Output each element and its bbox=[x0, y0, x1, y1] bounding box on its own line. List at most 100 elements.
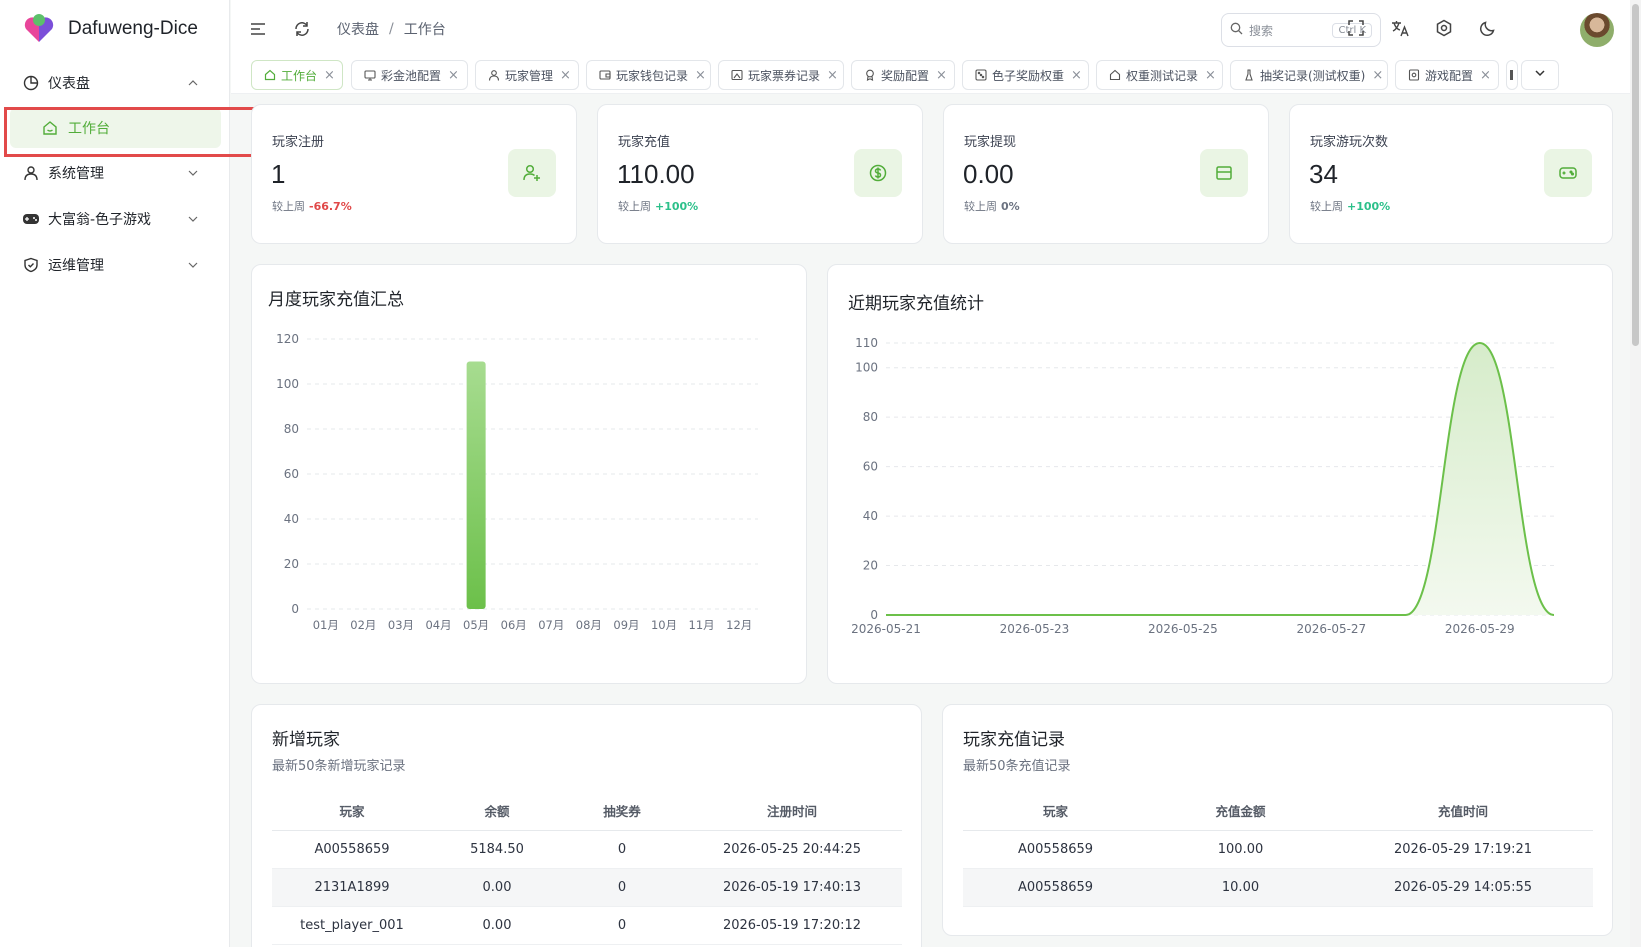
page-scrollbar[interactable] bbox=[1630, 0, 1641, 947]
app-logo[interactable]: Dafuweng-Dice bbox=[0, 0, 229, 58]
x-tick-label: 02月 bbox=[350, 618, 376, 632]
column-header[interactable]: 充值时间 bbox=[1333, 792, 1593, 831]
dollar-circle-icon bbox=[854, 149, 902, 197]
column-header[interactable]: 玩家 bbox=[272, 792, 432, 831]
table-row[interactable]: A00558659 10.00 2026-05-29 14:05:55 bbox=[963, 868, 1593, 907]
cell-player: 2131A1899 bbox=[272, 868, 432, 907]
x-tick-label: 05月 bbox=[463, 618, 489, 632]
gamepad-icon bbox=[1544, 149, 1592, 197]
column-header[interactable]: 余额 bbox=[432, 792, 562, 831]
line-chart-svg: 0 20 40 60 80 100 110 2026-05-21 2026-05-23 2026-… bbox=[851, 336, 1555, 636]
recharge-records-table: 玩家 充值金额 充值时间 A00558659 100.00 2026-05-29… bbox=[963, 792, 1593, 907]
stat-card-registrations: 玩家注册 1 较上周 -66.7% bbox=[251, 104, 577, 244]
column-header[interactable]: 玩家 bbox=[963, 792, 1148, 831]
translate-icon[interactable] bbox=[1389, 17, 1411, 39]
x-tick-label: 2026-05-21 bbox=[851, 622, 921, 636]
tab-player-management[interactable]: 玩家管理 × bbox=[475, 60, 579, 90]
cell-register-time: 2026-05-19 17:20:12 bbox=[682, 906, 902, 945]
tab-overflow-partial[interactable] bbox=[1506, 60, 1518, 90]
tabs-more-button[interactable] bbox=[1521, 60, 1559, 90]
y-tick-label: 80 bbox=[284, 422, 299, 436]
column-header[interactable]: 充值金额 bbox=[1148, 792, 1333, 831]
tab-wallet-records[interactable]: 玩家钱包记录 × bbox=[586, 60, 711, 90]
avatar[interactable] bbox=[1580, 13, 1614, 47]
card-icon bbox=[1200, 149, 1248, 197]
cell-register-time: 2026-05-25 20:44:25 bbox=[682, 830, 902, 869]
scrollbar-thumb[interactable] bbox=[1632, 4, 1639, 346]
tab-reward-config[interactable]: 奖励配置 × bbox=[851, 60, 955, 90]
menu-toggle-icon[interactable] bbox=[247, 18, 269, 40]
tab-ticket-records[interactable]: 玩家票券记录 × bbox=[718, 60, 844, 90]
tab-label: 工作台 bbox=[281, 68, 318, 83]
close-icon[interactable]: × bbox=[560, 68, 571, 83]
tab-lottery-records[interactable]: 抽奖记录(测试权重) × bbox=[1230, 60, 1388, 90]
home-outline-icon bbox=[1109, 69, 1121, 81]
close-icon[interactable]: × bbox=[324, 68, 335, 83]
sidebar-item-dice-game[interactable]: 大富翁-色子游戏 bbox=[0, 196, 229, 242]
tab-workspace[interactable]: 工作台 × bbox=[251, 60, 343, 90]
tab-dice-weights[interactable]: 色子奖励权重 × bbox=[962, 60, 1089, 90]
column-header[interactable]: 注册时间 bbox=[682, 792, 902, 831]
stat-label: 玩家注册 bbox=[272, 135, 325, 150]
table-row[interactable]: A00558659 100.00 2026-05-29 17:19:21 bbox=[963, 830, 1593, 869]
cell-tickets: 0 bbox=[562, 868, 682, 907]
stat-value: 0.00 bbox=[963, 159, 1014, 189]
top-header: 仪表盘 / 工作台 搜索 Ctrl K bbox=[231, 0, 1641, 58]
refresh-icon[interactable] bbox=[291, 18, 313, 40]
user-icon bbox=[22, 164, 40, 182]
pie-chart-icon bbox=[22, 74, 40, 92]
close-icon[interactable]: × bbox=[1071, 68, 1082, 83]
close-icon[interactable]: × bbox=[1480, 68, 1491, 83]
tab-label: 抽奖记录(测试权重) bbox=[1260, 68, 1366, 83]
logo-icon bbox=[22, 12, 56, 46]
cell-amount: 100.00 bbox=[1148, 830, 1333, 869]
compare-label: 较上周 bbox=[618, 200, 651, 213]
tab-label: 游戏配置 bbox=[1425, 68, 1474, 83]
chevron-down-icon bbox=[187, 213, 199, 225]
table-title: 新增玩家 bbox=[272, 730, 340, 750]
table-row[interactable]: test_player_001 0.00 0 2026-05-19 17:20:… bbox=[272, 906, 902, 945]
x-tick-label: 2026-05-27 bbox=[1296, 622, 1366, 636]
user-plus-icon bbox=[508, 149, 556, 197]
fullscreen-icon[interactable] bbox=[1345, 17, 1367, 39]
y-tick-label: 20 bbox=[284, 557, 299, 571]
tabs-bar: 工作台 × 彩金池配置 × 玩家管理 × 玩家钱包记录 × 玩家票券记录 × 奖… bbox=[231, 58, 1641, 94]
coins-icon bbox=[364, 69, 376, 81]
stat-label: 玩家充值 bbox=[618, 135, 671, 150]
close-icon[interactable]: × bbox=[448, 68, 459, 83]
settings-icon[interactable] bbox=[1433, 17, 1455, 39]
change-value: +100% bbox=[1347, 200, 1391, 213]
sidebar-item-dashboard[interactable]: 仪表盘 bbox=[0, 60, 229, 106]
sidebar-item-workspace[interactable]: 工作台 bbox=[10, 108, 221, 148]
stat-compare: 较上周 -66.7% bbox=[272, 198, 352, 214]
bar bbox=[466, 361, 486, 609]
sidebar-item-system[interactable]: 系统管理 bbox=[0, 150, 229, 196]
y-tick-label: 80 bbox=[863, 410, 878, 424]
y-tick-label: 40 bbox=[284, 512, 299, 526]
x-tick-label: 2026-05-29 bbox=[1445, 622, 1515, 636]
dark-mode-icon[interactable] bbox=[1477, 17, 1499, 39]
close-icon[interactable]: × bbox=[827, 68, 838, 83]
close-icon[interactable]: × bbox=[1205, 68, 1216, 83]
tab-jackpot-config[interactable]: 彩金池配置 × bbox=[351, 60, 468, 90]
stat-label: 玩家游玩次数 bbox=[1310, 135, 1389, 150]
tab-game-config[interactable]: 游戏配置 × bbox=[1395, 60, 1499, 90]
table-header-row: 玩家 充值金额 充值时间 bbox=[963, 792, 1593, 831]
x-tick-label: 09月 bbox=[613, 618, 639, 632]
user-icon bbox=[488, 69, 500, 81]
sidebar-item-ops[interactable]: 运维管理 bbox=[0, 242, 229, 288]
new-players-table: 玩家 余额 抽奖券 注册时间 A00558659 5184.50 0 2026-… bbox=[272, 792, 902, 945]
close-icon[interactable]: × bbox=[695, 68, 706, 83]
tab-label: 玩家管理 bbox=[505, 68, 554, 83]
table-row[interactable]: 2131A1899 0.00 0 2026-05-19 17:40:13 bbox=[272, 868, 902, 907]
close-icon[interactable]: × bbox=[1372, 68, 1383, 83]
close-icon[interactable]: × bbox=[936, 68, 947, 83]
table-row[interactable]: A00558659 5184.50 0 2026-05-25 20:44:25 bbox=[272, 830, 902, 869]
wallet-icon bbox=[599, 69, 611, 81]
compare-label: 较上周 bbox=[272, 200, 305, 213]
column-header[interactable]: 抽奖券 bbox=[562, 792, 682, 831]
stat-compare: 较上周 0% bbox=[964, 198, 1020, 214]
tab-weight-test-records[interactable]: 权重测试记录 × bbox=[1096, 60, 1223, 90]
shield-icon bbox=[22, 256, 40, 274]
breadcrumb-item-dashboard[interactable]: 仪表盘 bbox=[337, 19, 379, 39]
